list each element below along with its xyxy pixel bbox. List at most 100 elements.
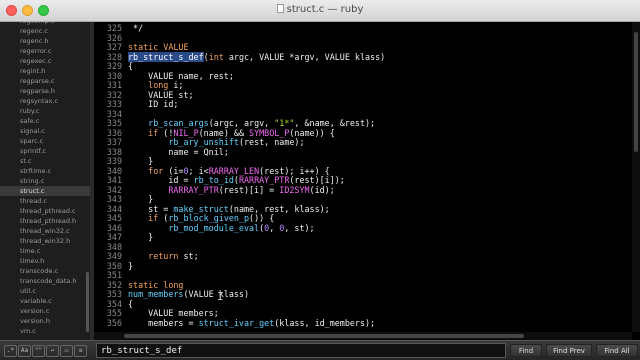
case-icon[interactable]: Aa	[18, 345, 31, 357]
code-text: */	[122, 23, 143, 33]
sidebar-file-item[interactable]: regenc.h	[0, 36, 90, 46]
code-token: (rest, name);	[238, 137, 305, 147]
code-text: return st;	[122, 251, 198, 261]
selection-icon[interactable]: ▭	[60, 345, 73, 357]
code-token: struct_ivar_get	[198, 317, 275, 328]
code-token: if	[148, 127, 159, 138]
horizontal-scrollbar[interactable]	[94, 332, 632, 340]
sidebar-file-item[interactable]: strftime.c	[0, 166, 90, 176]
sidebar-file-item[interactable]: st.c	[0, 156, 90, 166]
sidebar-file-item[interactable]: thread_pthread.c	[0, 206, 90, 216]
sidebar-file-item[interactable]: ruby.c	[0, 106, 90, 116]
code-token: }	[128, 156, 154, 166]
sidebar-file-item[interactable]: regsyntax.c	[0, 96, 90, 106]
code-token: id =	[128, 175, 194, 185]
highlight-icon[interactable]: ≡	[74, 345, 87, 357]
sidebar-file-item[interactable]: thread.c	[0, 196, 90, 206]
sidebar-file-item[interactable]: variable.c	[0, 296, 90, 306]
code-token: }	[128, 232, 154, 242]
code-editor[interactable]: 325 */326 327 static VALUE 328 rb_struct_s_d…	[94, 22, 632, 332]
vertical-scroll-thumb[interactable]	[634, 32, 638, 152]
find-input[interactable]	[96, 343, 506, 358]
vertical-scrollbar[interactable]	[632, 22, 640, 332]
sidebar-file-item[interactable]: sprintf.c	[0, 146, 90, 156]
code-text: rb_struct_s_def(int argc, VALUE *argv, V…	[122, 51, 385, 62]
code-text: rb_scan_args(argc, argv, "1*", &name, &r…	[122, 118, 375, 128]
sidebar-file-item[interactable]: vm.c	[0, 326, 90, 336]
code-token: rb_struct_s_def	[128, 51, 204, 62]
sidebar-file-item[interactable]: string.c	[0, 176, 90, 186]
code-text: static VALUE	[122, 42, 189, 52]
sidebar-file-item[interactable]: safe.c	[0, 116, 90, 126]
code-token: RARRAY_PTR	[168, 184, 219, 195]
code-text: }	[122, 194, 153, 204]
code-token: "1*"	[274, 118, 295, 128]
sidebar-file-item[interactable]: signal.c	[0, 126, 90, 136]
sidebar-file-item[interactable]: regenc.c	[0, 26, 90, 36]
code-token: static long	[128, 279, 184, 290]
sidebar-scrollbar[interactable]	[86, 272, 89, 332]
code-text: VALUE members;	[122, 308, 219, 318]
code-token: (rest)[i] =	[218, 184, 280, 195]
ibeam-cursor-icon: I	[217, 290, 224, 303]
sidebar-file-item[interactable]: regparse.h	[0, 86, 90, 96]
horizontal-scroll-thumb[interactable]	[124, 334, 524, 338]
sidebar-file-item[interactable]: regint.h	[0, 66, 90, 76]
wrap-icon[interactable]: ↩	[46, 345, 59, 357]
code-token: int	[208, 51, 224, 62]
regex-icon[interactable]: .*	[4, 345, 17, 357]
code-token: if	[148, 213, 159, 223]
code-token: , &name, &rest);	[294, 118, 376, 128]
code-token: VALUE members;	[128, 308, 219, 318]
sidebar-file-item[interactable]: version.h	[0, 316, 90, 326]
sidebar-file-item[interactable]: transcode.c	[0, 266, 90, 276]
word-icon[interactable]: ""	[32, 345, 45, 357]
sidebar-file-item[interactable]: timev.h	[0, 256, 90, 266]
code-token: make_struct	[173, 203, 229, 214]
code-line: 350}	[94, 260, 632, 272]
sidebar-file-item[interactable]: regparse.c	[0, 76, 90, 86]
sidebar-file-item[interactable]: transcode_data.h	[0, 276, 90, 286]
sidebar-file-item[interactable]: version.c	[0, 306, 90, 316]
find-prev-button[interactable]: Find Prev	[546, 344, 592, 357]
code-token: }	[128, 194, 154, 204]
code-line: 338 name = Qnil;	[94, 146, 632, 158]
find-button[interactable]: Find	[510, 344, 542, 357]
code-token: }	[128, 260, 134, 271]
code-token: RARRAY_LEN	[208, 165, 260, 176]
code-token: (argc, argv,	[208, 118, 275, 128]
code-token: VALUE st;	[128, 89, 194, 100]
code-line: 347 }	[94, 232, 632, 243]
code-token: {	[128, 298, 134, 309]
code-token: name = Qnil;	[128, 146, 229, 157]
sidebar-file-item[interactable]: thread_win32.c	[0, 226, 90, 236]
code-text: static long	[122, 280, 183, 290]
sidebar-file-item[interactable]: thread_win32.h	[0, 236, 90, 246]
find-bar: .*Aa""↩▭≡ Find Find Prev Find All	[0, 340, 640, 360]
sidebar-file-item[interactable]: time.c	[0, 246, 90, 256]
code-token: rb_mod_module_eval	[168, 222, 260, 233]
code-line: 353 num_members(VALUE klass)	[94, 289, 632, 300]
code-text: {	[122, 299, 133, 309]
code-line: 342 RARRAY_PTR(rest)[i] = ID2SYM(id);	[94, 184, 632, 196]
code-token: rb_block_given_p	[168, 213, 250, 223]
find-all-button[interactable]: Find All	[596, 344, 638, 357]
sidebar-file-item[interactable]: util.c	[0, 286, 90, 296]
code-text: st = make_struct(name, rest, klass);	[122, 204, 330, 214]
code-line: 333 ID id;	[94, 99, 632, 110]
sidebar-file-item[interactable]: thread_pthread.h	[0, 216, 90, 226]
code-token: static VALUE	[128, 42, 189, 52]
code-line: 356 members = struct_ivar_get(klass, id_…	[94, 317, 632, 329]
sidebar-file-item[interactable]: sparc.c	[0, 136, 90, 146]
sidebar-file-item[interactable]: regexec.c	[0, 56, 90, 66]
code-text: if (rb_block_given_p()) {	[122, 213, 274, 223]
sidebar-file-item[interactable]: struct.c	[0, 186, 90, 196]
sidebar-file-item[interactable]: regerror.c	[0, 46, 90, 56]
code-token: SYMBOL_P	[249, 127, 290, 138]
